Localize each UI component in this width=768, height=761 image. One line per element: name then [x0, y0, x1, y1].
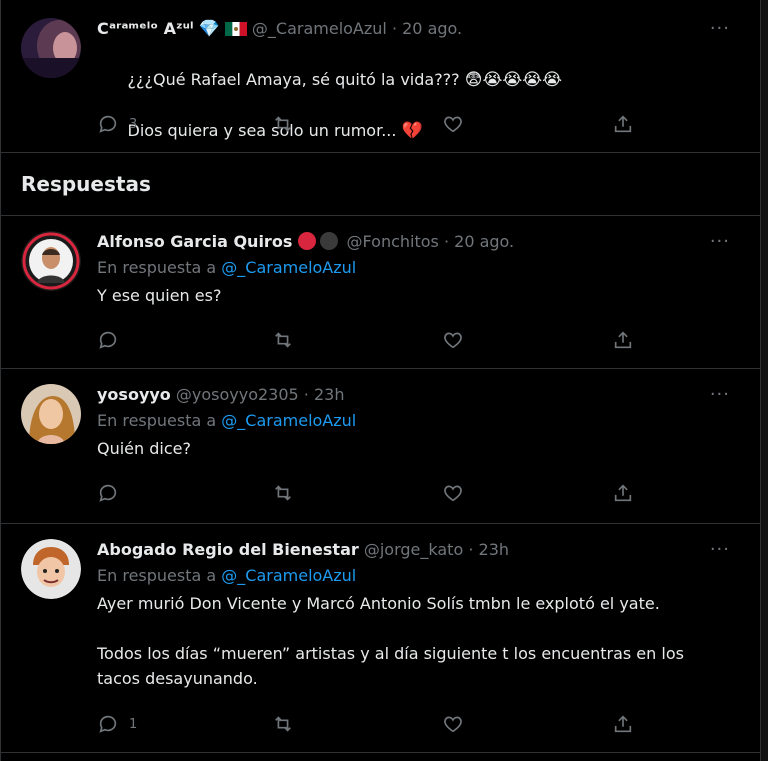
like-button[interactable] — [442, 482, 464, 504]
share-button[interactable] — [612, 329, 634, 351]
reply-icon — [99, 484, 117, 502]
reply-context: En respuesta a @_CarameloAzul — [97, 566, 357, 585]
reply-to-link[interactable]: @_CarameloAzul — [221, 411, 356, 430]
display-name[interactable]: yosoyyo — [97, 385, 171, 404]
handle[interactable]: @yosoyyo2305 — [176, 385, 299, 404]
retweet-icon — [275, 332, 291, 348]
reply-context: En respuesta a @_CarameloAzul — [97, 258, 357, 277]
tweet-text: Y ese quien es? — [97, 286, 222, 305]
retweet-button[interactable] — [272, 482, 294, 504]
retweet-icon — [275, 485, 291, 501]
more-options-icon[interactable]: ··· — [710, 384, 730, 405]
share-icon — [614, 484, 632, 502]
reply-count: 1 — [129, 716, 138, 732]
share-button[interactable] — [612, 113, 634, 135]
display-name[interactable]: Cᵃʳᵃᵐᵉˡᵒ Aᶻᵘˡ — [97, 19, 193, 38]
tweet-text: Ayer murió Don Vicente y Marcó Antonio S… — [97, 594, 684, 688]
like-button[interactable] — [442, 713, 464, 735]
retweet-button[interactable] — [272, 329, 294, 351]
display-name[interactable]: Abogado Regio del Bienestar — [97, 540, 359, 559]
reply-button[interactable] — [97, 482, 129, 504]
heart-icon — [444, 332, 462, 349]
retweet-icon — [275, 116, 291, 132]
timestamp[interactable]: 23h — [314, 385, 345, 404]
reply-button[interactable] — [97, 329, 129, 351]
reply-button[interactable]: 3 — [97, 113, 137, 135]
handle[interactable]: @jorge_kato — [364, 540, 463, 559]
share-icon — [614, 331, 632, 349]
tweet-text: ¿¿¿Qué Rafael Amaya, sé quitó la vida???… — [127, 70, 562, 141]
share-icon — [614, 115, 632, 133]
crying-emojis: 😨😭😭😭😭 — [464, 70, 562, 90]
diamond-emoji: 💎 — [198, 19, 220, 39]
handle[interactable]: @_CarameloAzul — [252, 19, 387, 38]
tweet-text: Quién dice? — [97, 439, 191, 458]
handle[interactable]: @Fonchitos — [347, 232, 439, 251]
more-options-icon[interactable]: ··· — [710, 18, 730, 39]
like-button[interactable] — [442, 329, 464, 351]
timestamp[interactable]: 20 ago. — [454, 232, 514, 251]
reply-tweet[interactable]: yosoyyo @yosoyyo2305 · 23h En respuesta … — [0, 369, 760, 524]
reply-icon — [99, 115, 117, 133]
heart-icon — [444, 485, 462, 502]
more-options-icon[interactable]: ··· — [710, 231, 730, 252]
retweet-icon — [275, 716, 291, 732]
retweet-button[interactable] — [272, 713, 294, 735]
avatar[interactable] — [21, 539, 81, 599]
avatar[interactable] — [21, 231, 81, 291]
heart-icon — [444, 716, 462, 733]
reply-tweet[interactable]: Alfonso Garcia Quiros @Fonchitos · 20 ag… — [0, 215, 760, 369]
reply-icon — [99, 715, 117, 733]
main-tweet[interactable]: Cᵃʳᵃᵐᵉˡᵒ Aᶻᵘˡ 💎 @_CarameloAzul · 20 ago.… — [0, 0, 760, 153]
reply-to-link[interactable]: @_CarameloAzul — [221, 566, 356, 585]
reply-context: En respuesta a @_CarameloAzul — [97, 411, 357, 430]
scrollbar[interactable] — [760, 0, 768, 761]
badge-circles-icon — [298, 232, 339, 250]
reply-count: 3 — [129, 116, 138, 132]
avatar[interactable] — [21, 18, 81, 78]
reply-tweet[interactable]: Abogado Regio del Bienestar @jorge_kato … — [0, 524, 760, 753]
retweet-button[interactable] — [272, 113, 294, 135]
more-options-icon[interactable]: ··· — [710, 539, 730, 560]
like-button[interactable] — [442, 113, 464, 135]
share-button[interactable] — [612, 713, 634, 735]
share-button[interactable] — [612, 482, 634, 504]
display-name[interactable]: Alfonso Garcia Quiros — [97, 232, 292, 251]
timestamp[interactable]: 20 ago. — [402, 19, 462, 38]
share-icon — [614, 715, 632, 733]
mexico-flag-icon — [224, 22, 247, 36]
timestamp[interactable]: 23h — [479, 540, 510, 559]
reply-button[interactable]: 1 — [97, 713, 137, 735]
reply-to-link[interactable]: @_CarameloAzul — [221, 258, 356, 277]
reply-icon — [99, 331, 117, 349]
heart-icon — [444, 116, 462, 133]
section-title: Respuestas — [21, 172, 151, 196]
avatar[interactable] — [21, 384, 81, 444]
